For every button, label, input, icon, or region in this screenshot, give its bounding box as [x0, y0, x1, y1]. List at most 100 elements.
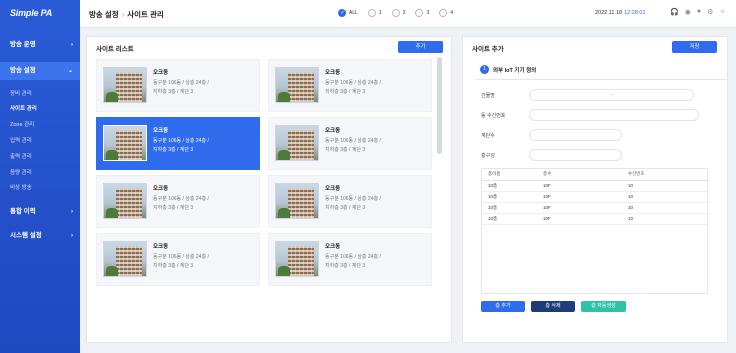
menu-system-settings[interactable]: 시스템 설정 ›	[0, 227, 80, 245]
site-card[interactable]: 오크동 동구분 106동 / 상층 24층 / 지하층 3층 / 계단 3	[268, 233, 432, 286]
radio-label: 4	[450, 10, 454, 16]
site-detail: 지하층 3층 / 계단 3	[153, 263, 194, 269]
radio-4[interactable]: 4	[439, 9, 453, 17]
section-number: 1	[480, 65, 489, 74]
site-detail: 지하층 3층 / 계단 3	[325, 263, 366, 269]
site-card[interactable]: 오크동 동구분 106동 / 상층 24층 / 지하층 3층 / 계단 3	[268, 175, 432, 228]
receiver-number-input[interactable]	[529, 109, 699, 121]
submenu-input[interactable]: 입력 관리	[10, 136, 32, 144]
column-header: 수신번호	[622, 169, 709, 181]
menu-label: 시스템 설정	[10, 232, 42, 239]
site-detail: 지하층 3층 / 계단 3	[325, 89, 366, 95]
site-card[interactable]: 오크동 동구분 106동 / 상층 24층 / 지하층 3층 / 계단 3	[268, 59, 432, 112]
site-card[interactable]: 오크동 동구분 106동 / 상층 24층 / 지하층 3층 / 계단 3	[96, 59, 260, 112]
iot-section-header: 1 외부 IoT 기기 정의	[476, 62, 728, 80]
breadcrumb-parent[interactable]: 방송 설정	[89, 10, 119, 19]
site-name: 오크동	[325, 128, 341, 134]
date-text: 2022.11.18	[595, 10, 623, 16]
submenu-volume[interactable]: 음량 관리	[10, 168, 32, 176]
add-floor-button[interactable]: 층 추가	[481, 301, 525, 312]
building-name-input[interactable]: -	[529, 89, 694, 101]
chevron-down-icon: ⌄	[67, 68, 73, 74]
headset-icon[interactable]: 🎧	[670, 8, 679, 16]
table-cell: 10F	[537, 202, 622, 214]
sun-icon[interactable]: ☼	[719, 8, 725, 16]
save-button[interactable]: 저장	[672, 41, 717, 53]
table-cell: 10	[622, 191, 709, 203]
radio-1[interactable]: 1	[367, 9, 382, 17]
site-card[interactable]: 오크동 동구분 106동 / 상층 24층 / 지하층 3층 / 계단 3	[96, 233, 260, 286]
chevron-right-icon: ›	[71, 209, 73, 215]
site-detail: 동구분 106동 / 상층 24층 /	[325, 80, 381, 86]
table-row[interactable]: 10층 10F 10	[482, 213, 709, 225]
gear-icon[interactable]: ⚙	[707, 8, 713, 16]
table-cell: 10	[622, 202, 709, 214]
table-cell: 10F	[537, 213, 622, 225]
site-card[interactable]: 오크동 동구분 106동 / 상층 24층 / 지하층 3층 / 계단 3	[268, 117, 432, 170]
list-scrollbar[interactable]	[437, 57, 442, 154]
site-detail: 동구분 106동 / 상층 24층 /	[153, 196, 209, 202]
eye-icon[interactable]: ◉	[685, 8, 691, 16]
submenu-output[interactable]: 출력 관리	[10, 152, 32, 160]
chevron-right-icon: ›	[71, 42, 73, 48]
floor-config-input[interactable]	[529, 149, 622, 161]
breadcrumb-current: 사이트 관리	[127, 10, 164, 19]
site-add-title: 사이트 추가	[472, 46, 504, 53]
section-title: 외부 IoT 기기 정의	[493, 68, 537, 74]
avatar-icon[interactable]: ●	[697, 8, 701, 16]
site-card[interactable]: 오크동 동구분 106동 / 상층 24층 / 지하층 3층 / 계단 3	[96, 175, 260, 228]
table-row[interactable]: 10층 10F 10	[482, 191, 709, 203]
stairs-input[interactable]	[529, 129, 622, 141]
menu-history[interactable]: 통합 이력 ›	[0, 203, 80, 221]
breadcrumb: 방송 설정 › 사이트 관리	[89, 9, 164, 20]
submenu-equipment[interactable]: 장비 관리	[10, 89, 32, 97]
radio-label: 1	[378, 10, 382, 16]
site-name: 오크동	[325, 186, 341, 192]
site-detail: 동구분 106동 / 상층 24층 /	[325, 254, 381, 260]
radio-3[interactable]: 3	[415, 9, 429, 17]
table-cell: 10F	[537, 180, 622, 192]
auto-generate-floor-button[interactable]: 층 자동생성	[581, 301, 626, 312]
breadcrumb-separator-icon: ›	[121, 10, 125, 19]
receiver-number-label: 동 수신번호	[481, 113, 506, 119]
site-detail: 동구분 106동 / 상층 24층 /	[153, 254, 209, 260]
menu-broadcast-operation[interactable]: 방송 운영 ›	[0, 36, 80, 54]
radio-2[interactable]: 2	[391, 9, 406, 17]
delete-floor-button[interactable]: 층 삭제	[531, 301, 575, 312]
site-detail: 지하층 3층 / 계단 3	[325, 205, 366, 211]
table-cell: 10	[622, 180, 709, 192]
table-cell: 10층	[482, 180, 537, 192]
site-detail: 동구분 106동 / 상층 24층 /	[153, 138, 209, 144]
floor-table: 층이름 층수 수신번호 10층 10F 10 10층 10F 10 10층 10…	[481, 168, 709, 294]
stairs-label: 계단수	[481, 133, 495, 139]
column-header: 층이름	[482, 169, 537, 181]
building-image	[103, 67, 147, 103]
site-detail: 동구분 106동 / 상층 24층 /	[325, 196, 381, 202]
menu-label: 방송 운영	[10, 41, 36, 48]
site-name: 오크동	[325, 244, 341, 250]
site-card-selected[interactable]: 오크동 동구분 106동 / 상층 24층 / 지하층 3층 / 계단 3	[96, 117, 260, 170]
building-name-label: 건물명	[481, 93, 495, 99]
table-row[interactable]: 10층 10F 10	[482, 180, 709, 192]
menu-broadcast-settings[interactable]: 방송 설정 ⌄	[0, 62, 80, 80]
site-detail: 지하층 3층 / 계단 3	[153, 147, 194, 153]
radio-empty-icon	[367, 9, 376, 17]
table-row[interactable]: 10층 10F 10	[482, 202, 709, 214]
submenu-emergency[interactable]: 비상 방송	[10, 183, 32, 191]
building-image	[103, 183, 147, 219]
floor-config-label: 층구성	[481, 153, 495, 159]
submenu-site[interactable]: 사이트 관리	[10, 104, 37, 112]
table-cell: 10층	[482, 191, 537, 203]
menu-label: 방송 설정	[10, 67, 36, 74]
table-header-row: 층이름 층수 수신번호	[482, 169, 709, 181]
app-logo: Simple PA	[10, 8, 53, 18]
chevron-right-icon: ›	[71, 233, 73, 239]
site-name: 오크동	[153, 244, 169, 250]
site-detail: 지하층 3층 / 계단 3	[325, 147, 366, 153]
add-site-button[interactable]: 추가	[398, 41, 443, 53]
radio-label: 2	[402, 10, 406, 16]
submenu-zone[interactable]: Zone 관리	[10, 120, 34, 128]
radio-all[interactable]: ALL	[338, 9, 358, 17]
radio-checked-icon	[338, 9, 346, 17]
radio-label: 3	[426, 10, 430, 16]
